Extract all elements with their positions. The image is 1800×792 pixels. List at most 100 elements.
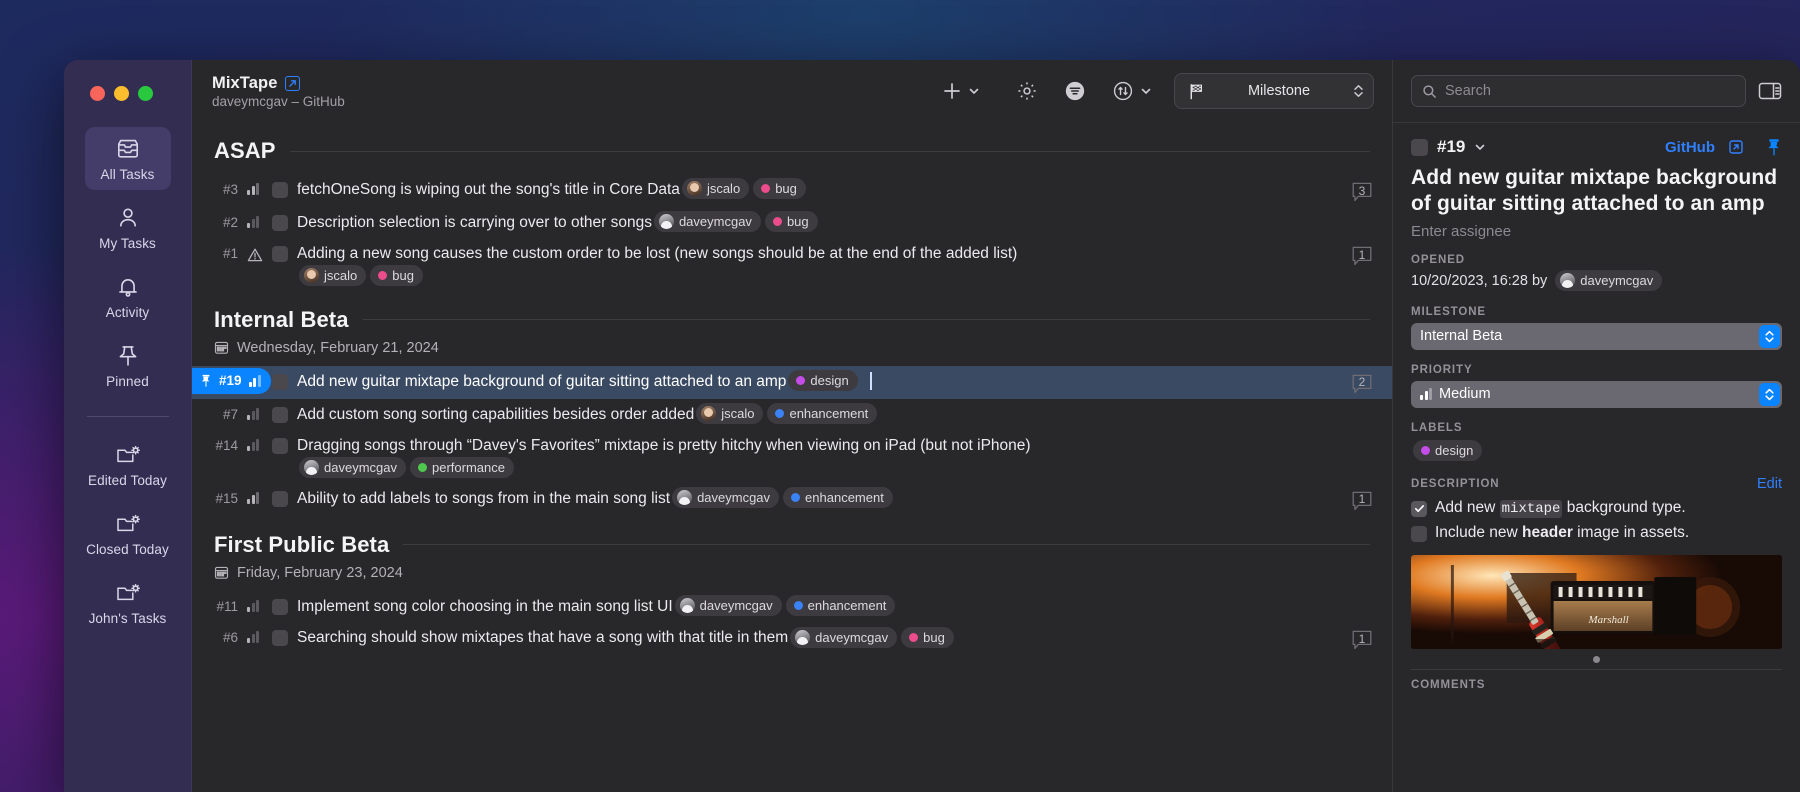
row-checkbox[interactable] <box>272 373 288 390</box>
chevron-down-icon[interactable] <box>1140 85 1152 97</box>
assignee-pill[interactable]: jscalo <box>299 264 367 286</box>
sort-control[interactable] <box>1112 74 1152 108</box>
sidebar-item-closed-today[interactable]: Closed Today <box>85 502 171 565</box>
milestone-selector[interactable]: Milestone <box>1174 73 1374 109</box>
row-checkbox[interactable] <box>272 438 288 455</box>
row-priority[interactable] <box>247 403 263 420</box>
search-field[interactable] <box>1411 75 1746 107</box>
attachment[interactable]: Marshall <box>1411 554 1782 663</box>
task-row[interactable]: #7 Add custom song sorting capabilities … <box>192 399 1392 430</box>
assignee-name: daveymcgav <box>699 598 773 614</box>
stepper-icon[interactable] <box>1759 324 1780 348</box>
page-title: MixTape <box>212 73 278 92</box>
sidebar-item-activity[interactable]: Activity <box>85 265 171 328</box>
row-checkbox[interactable] <box>272 490 288 507</box>
assignee-pill[interactable]: daveymcgav <box>653 211 761 233</box>
image-page-dots[interactable] <box>1411 655 1782 663</box>
row-priority[interactable] <box>247 487 263 504</box>
row-checkbox[interactable] <box>272 246 288 263</box>
row-priority[interactable] <box>247 595 263 612</box>
github-link[interactable]: GitHub <box>1665 139 1715 156</box>
pinned-row-badge[interactable]: #19 <box>192 367 271 394</box>
sidebar-item-john-s-tasks[interactable]: John's Tasks <box>85 571 171 634</box>
sidebar-item-edited-today[interactable]: Edited Today <box>85 433 171 496</box>
task-row[interactable]: #11 Implement song color choosing in the… <box>192 591 1392 622</box>
chevron-down-icon[interactable] <box>1474 141 1486 153</box>
zoom-window-button[interactable] <box>138 86 153 101</box>
label-pill[interactable]: enhancement <box>785 595 896 617</box>
label-pill[interactable]: performance <box>409 456 514 478</box>
issue-checkbox[interactable] <box>1411 138 1428 156</box>
gear-icon[interactable] <box>1016 74 1038 108</box>
assignee-pill[interactable]: daveymcgav <box>790 626 898 648</box>
minimize-window-button[interactable] <box>114 86 129 101</box>
assignee-pill[interactable]: jscalo <box>681 178 750 200</box>
label-pill[interactable]: bug <box>370 264 423 286</box>
description-section: DESCRIPTION Edit Add new mixtape backgro… <box>1411 476 1782 542</box>
external-link-icon[interactable] <box>284 75 300 91</box>
chevron-down-icon[interactable] <box>968 85 980 97</box>
panel-toggle-icon[interactable] <box>1758 81 1782 101</box>
row-priority[interactable] <box>247 434 263 452</box>
row-checkbox[interactable] <box>272 406 288 423</box>
label-pill[interactable]: bug <box>901 626 954 648</box>
row-priority[interactable] <box>247 242 263 263</box>
task-row[interactable]: #1 Adding a new song causes the custom o… <box>192 238 1392 290</box>
page-dot[interactable] <box>1593 655 1600 663</box>
row-checkbox[interactable] <box>272 598 288 615</box>
comment-count-badge[interactable]: 3 <box>1350 181 1374 203</box>
label-pill[interactable]: design <box>1413 439 1483 461</box>
text-post: image in assets. <box>1572 523 1690 541</box>
row-checkbox[interactable] <box>272 215 288 231</box>
comment-count: 1 <box>1358 631 1366 646</box>
description-checkbox[interactable] <box>1411 525 1427 542</box>
task-row[interactable]: #15 Ability to add labels to songs from … <box>192 483 1392 516</box>
filter-icon[interactable] <box>1064 74 1086 108</box>
bold-text: header <box>1522 523 1573 541</box>
label-pill[interactable]: bug <box>764 211 818 233</box>
assignee-field[interactable]: Enter assignee <box>1411 223 1782 240</box>
sidebar-item-my-tasks[interactable]: My Tasks <box>85 196 171 259</box>
edit-description-button[interactable]: Edit <box>1757 476 1782 492</box>
row-checkbox[interactable] <box>272 630 288 647</box>
label-pill[interactable]: design <box>788 370 858 392</box>
priority-value: Medium <box>1439 386 1491 402</box>
row-priority[interactable] <box>247 211 263 228</box>
task-row[interactable]: #14 Dragging songs through “Davey's Favo… <box>192 430 1392 482</box>
assignee-pill[interactable]: daveymcgav <box>299 456 406 478</box>
sort-arrows-icon[interactable] <box>1112 74 1134 108</box>
sidebar-item-pinned[interactable]: Pinned <box>85 334 171 397</box>
close-window-button[interactable] <box>90 86 105 101</box>
row-checkbox[interactable] <box>272 182 288 198</box>
external-link-icon[interactable] <box>1729 140 1743 154</box>
task-row[interactable]: #3 fetchOneSong is wiping out the song's… <box>192 174 1392 207</box>
plus-icon[interactable] <box>942 74 962 108</box>
label-pill[interactable]: enhancement <box>767 403 878 425</box>
row-priority[interactable] <box>247 178 263 195</box>
stepper-icon[interactable] <box>1352 81 1365 101</box>
row-priority[interactable] <box>247 626 263 644</box>
sidebar-item-all-tasks[interactable]: All Tasks <box>84 127 171 190</box>
smart-folder-icon <box>115 580 141 606</box>
label-pill[interactable]: bug <box>753 178 806 200</box>
description-checkbox[interactable] <box>1411 500 1427 517</box>
task-list[interactable]: ASAP #3 fetchOneSong is wiping out the s… <box>192 122 1392 792</box>
add-task-button[interactable] <box>942 74 980 108</box>
comment-count-badge[interactable]: 1 <box>1350 629 1374 651</box>
task-row[interactable]: #19 #19 Add new guitar mixtape backgroun… <box>192 365 1392 399</box>
priority-select[interactable]: Medium <box>1411 380 1782 408</box>
avatar <box>677 490 693 506</box>
assignee-pill[interactable]: daveymcgav <box>672 487 780 509</box>
comment-count-badge[interactable]: 2 <box>1350 373 1374 395</box>
comment-count-badge[interactable]: 1 <box>1350 490 1374 512</box>
milestone-select[interactable]: Internal Beta <box>1411 322 1782 350</box>
stepper-icon[interactable] <box>1759 382 1780 406</box>
assignee-pill[interactable]: jscalo <box>696 403 764 425</box>
task-row[interactable]: #2 Description selection is carrying ove… <box>192 207 1392 238</box>
search-input[interactable] <box>1445 83 1735 99</box>
label-pill[interactable]: enhancement <box>783 487 893 509</box>
assignee-pill[interactable]: daveymcgav <box>674 595 782 617</box>
comment-count-badge[interactable]: 1 <box>1350 245 1374 267</box>
task-row[interactable]: #6 Searching should show mixtapes that h… <box>192 622 1392 655</box>
pin-icon[interactable] <box>1766 138 1782 157</box>
